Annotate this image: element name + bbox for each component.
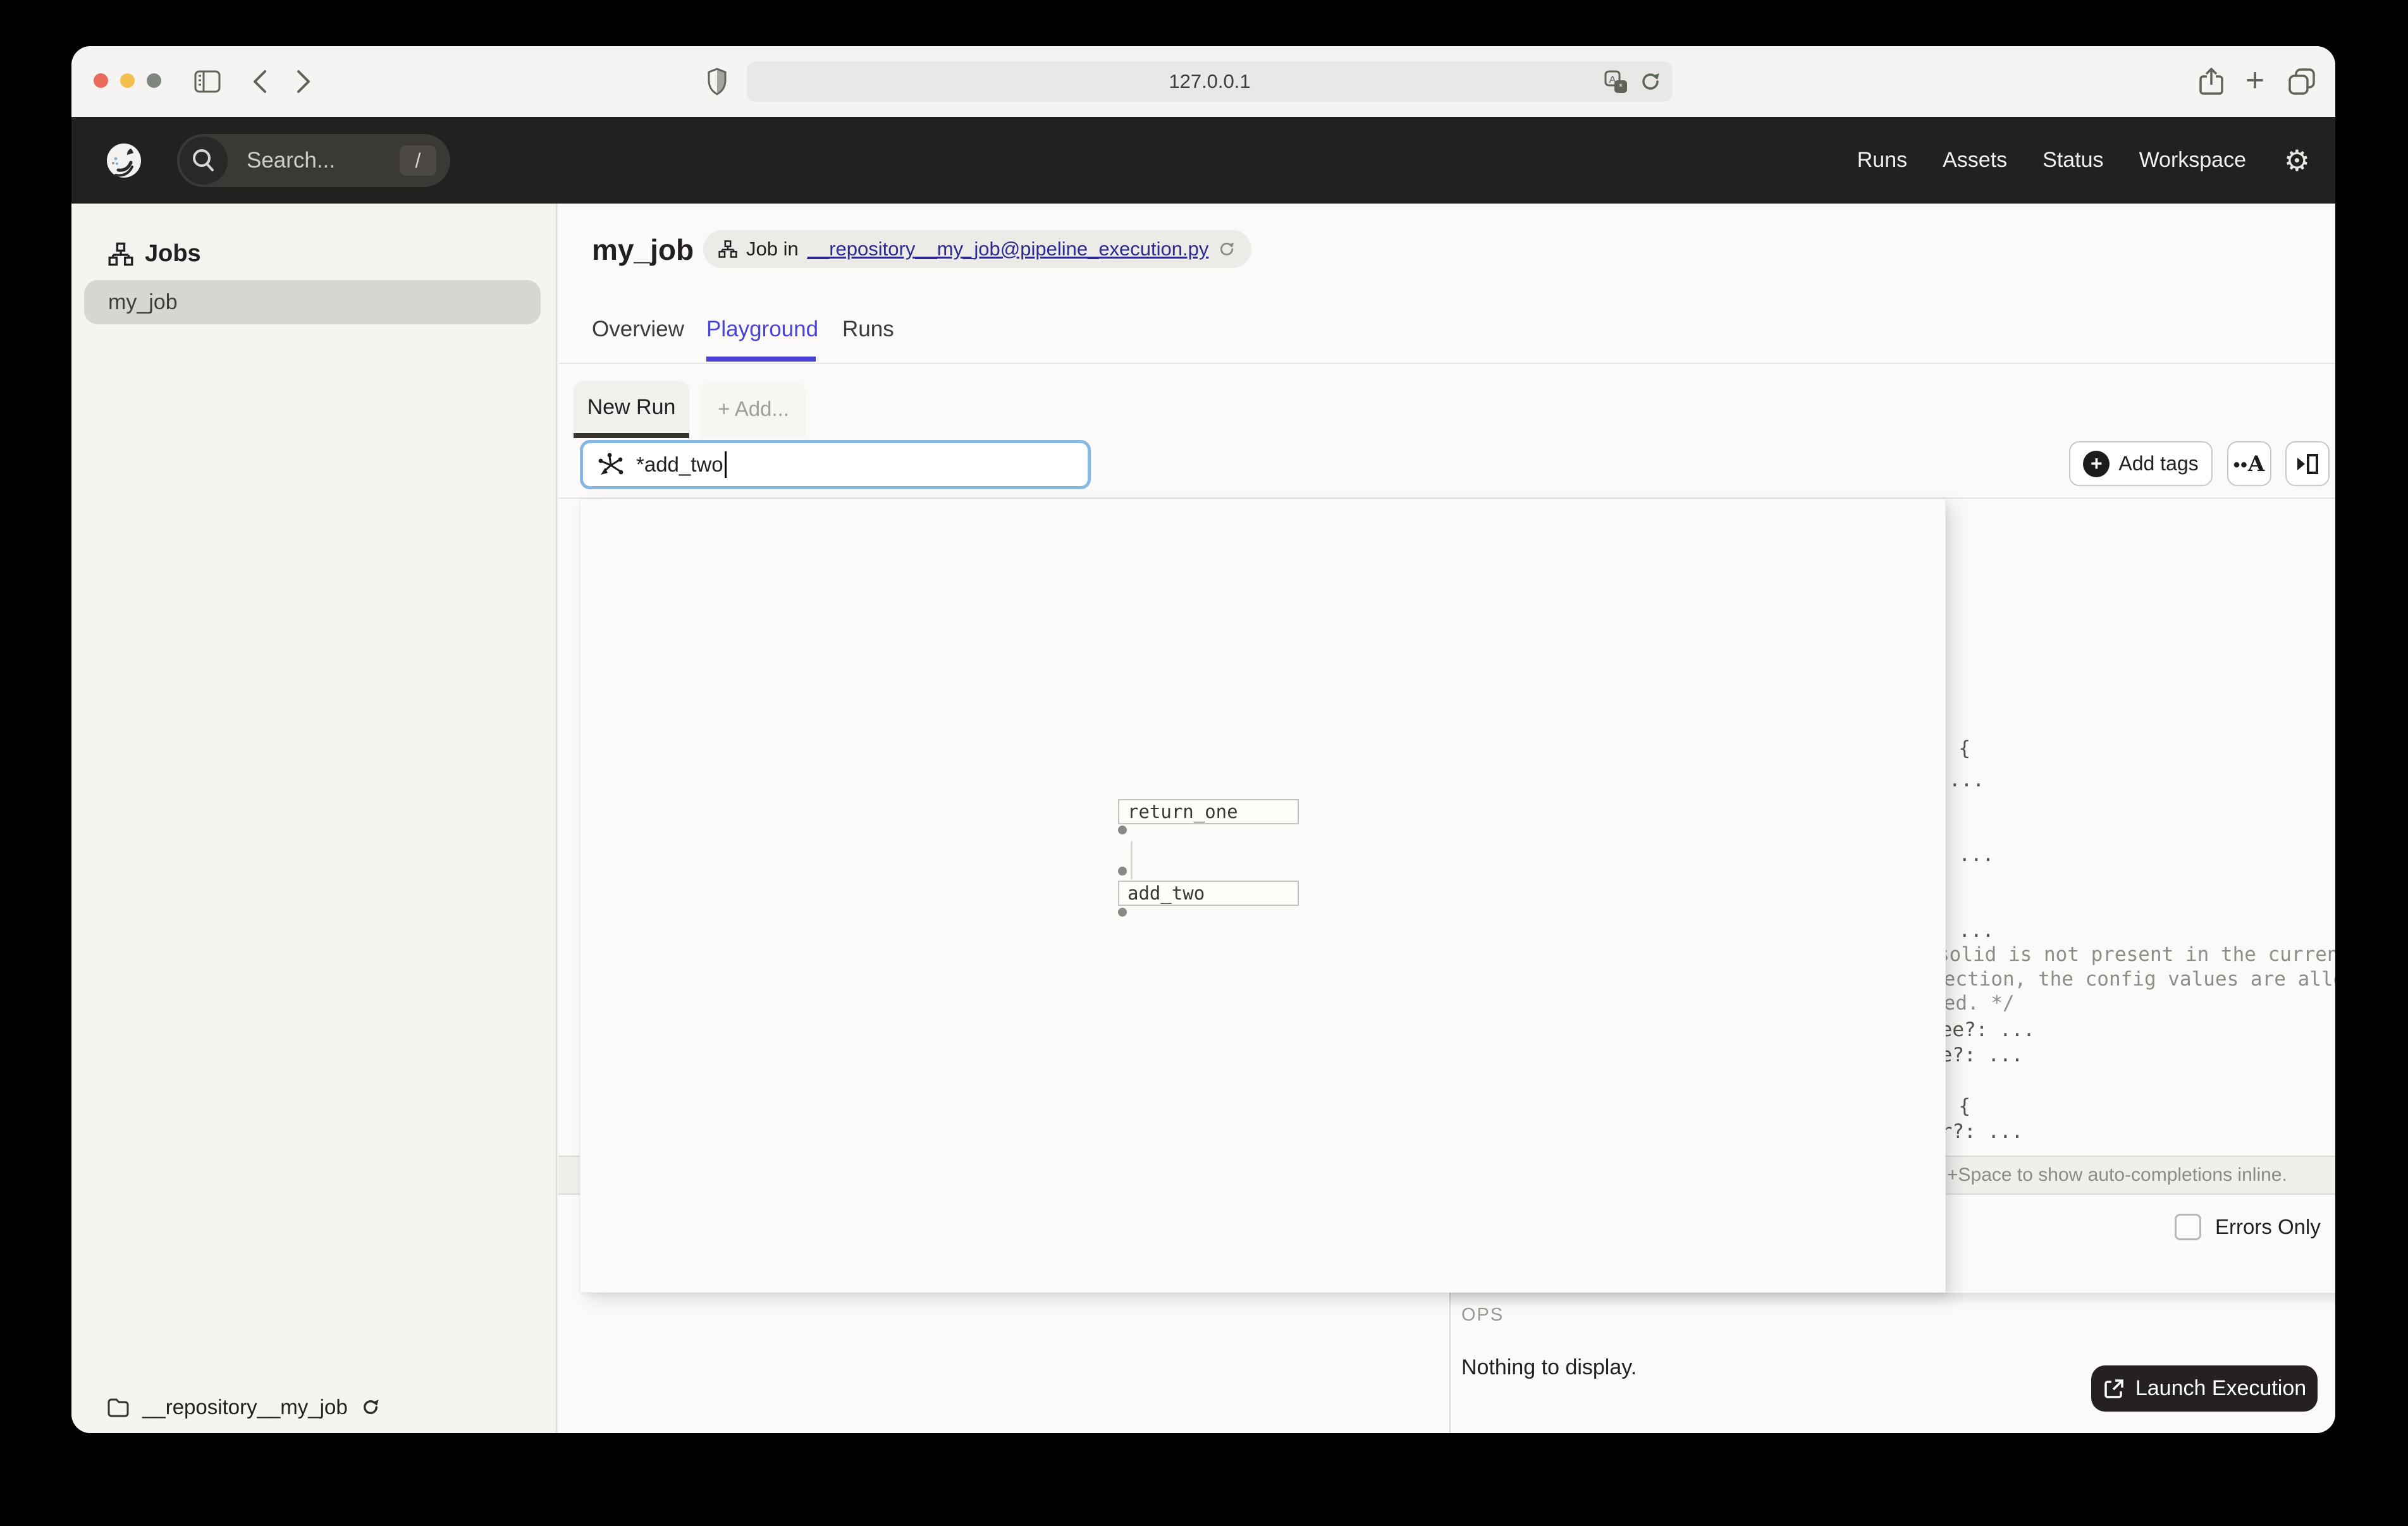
sidebar-toggle-icon[interactable] (194, 70, 221, 93)
tab-runs[interactable]: Runs (842, 315, 894, 344)
job-location-badge: Job in __repository__my_job@pipeline_exe… (703, 230, 1251, 268)
browser-chrome: 127.0.0.1 A * (71, 46, 2335, 117)
ops-section-title: OPS (1461, 1305, 1504, 1326)
repo-name: __repository__my_job (142, 1395, 348, 1419)
new-tab-icon[interactable]: + (2240, 60, 2270, 103)
text-cursor (725, 451, 727, 478)
translate-icon[interactable]: A * (1604, 70, 1628, 94)
app-header: Search... / Runs Assets Status Workspace… (71, 117, 2335, 204)
dag-output-dot (1118, 826, 1127, 834)
play-panel-icon (2294, 451, 2321, 477)
sidebar-header: Jobs (108, 240, 201, 267)
badge-repo-link[interactable]: __repository__my_job@pipeline_execution.… (808, 238, 1209, 260)
page-title: my_job (592, 233, 694, 267)
reload-icon[interactable] (1638, 70, 1662, 94)
ops-panel-shadow (1449, 1293, 2335, 1307)
errors-only-label: Errors Only (2215, 1214, 2321, 1240)
sidebar-item-label: my_job (108, 280, 541, 324)
dagster-logo[interactable] (106, 142, 142, 179)
run-tab-add-label: + Add... (701, 381, 806, 437)
external-link-icon (2103, 1377, 2125, 1400)
back-icon[interactable] (251, 69, 269, 94)
gear-icon[interactable]: ⚙ (2284, 117, 2310, 204)
search-placeholder: Search... (247, 134, 335, 187)
dag-node-label: return_one (1127, 800, 1298, 823)
tab-playground[interactable]: Playground (706, 315, 818, 344)
add-tags-button[interactable]: + Add tags (2069, 441, 2213, 486)
zoom-button[interactable] (147, 73, 161, 88)
folder-icon (107, 1397, 130, 1417)
browser-window: 127.0.0.1 A * (71, 46, 2335, 1433)
launch-execution-label: Launch Execution (2135, 1376, 2306, 1401)
main-panel: my_job Job in __repository__my_job@pipel… (558, 204, 2335, 1433)
plus-circle-icon: + (2083, 451, 2110, 477)
dag-edge (1131, 841, 1133, 879)
sidebar-item-my-job[interactable]: my_job (84, 280, 541, 324)
share-icon[interactable] (2198, 67, 2225, 96)
badge-prefix: Job in (746, 238, 799, 260)
ops-empty-text: Nothing to display. (1461, 1355, 1637, 1380)
dag-input-dot (1118, 867, 1127, 876)
top-nav: Runs Assets Status Workspace (1857, 117, 2246, 204)
active-tab-underline (706, 357, 816, 362)
address-bar[interactable]: 127.0.0.1 A * (747, 61, 1673, 102)
jobs-sidebar: Jobs my_job __repository__my_job (71, 204, 557, 1433)
dag-node-return-one[interactable]: return_one (1118, 799, 1299, 824)
dag-preview-canvas[interactable]: return_one add_two (580, 499, 1946, 1293)
editor-comment-line[interactable]: solid is not present in the current (1938, 941, 2335, 968)
run-tab-add[interactable]: + Add... (701, 381, 806, 438)
job-icon (718, 240, 737, 259)
op-selector-icon (597, 451, 625, 479)
repo-refresh-icon[interactable] (360, 1397, 381, 1417)
autocomplete-toggle-button[interactable]: ••A (2227, 441, 2271, 486)
tab-overview[interactable]: Overview (592, 315, 684, 344)
app-body: Jobs my_job __repository__my_job (71, 204, 2335, 1433)
close-button[interactable] (94, 73, 108, 88)
search-input[interactable]: Search... / (177, 134, 450, 187)
badge-refresh-icon[interactable] (1217, 240, 1236, 259)
run-tab-new-run[interactable]: New Run (574, 381, 689, 438)
run-tab-active-bar (574, 433, 689, 438)
repo-row[interactable]: __repository__my_job (71, 1381, 556, 1433)
nav-status[interactable]: Status (2042, 148, 2103, 173)
search-icon (180, 137, 228, 185)
nav-workspace[interactable]: Workspace (2139, 148, 2246, 173)
url-text: 127.0.0.1 (747, 61, 1673, 102)
dag-output-dot (1118, 908, 1127, 917)
tabs-divider (558, 363, 2335, 364)
run-tab-label: New Run (574, 381, 689, 433)
jobs-icon (108, 241, 133, 267)
search-shortcut-key: / (400, 145, 436, 176)
errors-only-checkbox[interactable] (2175, 1214, 2201, 1240)
shield-icon[interactable] (708, 68, 727, 95)
op-selector-value: *add_two (636, 453, 723, 477)
op-selector-input[interactable]: *add_two (580, 440, 1091, 489)
forward-icon[interactable] (295, 69, 312, 94)
dag-node-add-two[interactable]: add_two (1118, 881, 1299, 906)
add-tags-label: Add tags (2118, 452, 2198, 475)
dag-node-label: add_two (1127, 882, 1298, 905)
svg-text:*: * (1619, 82, 1623, 92)
nav-assets[interactable]: Assets (1943, 148, 2007, 173)
whitespace-font-icon: ••A (2233, 451, 2265, 477)
sidebar-title: Jobs (145, 240, 201, 267)
nav-runs[interactable]: Runs (1857, 148, 1907, 173)
autocomplete-hint-text: +Space to show auto-completions inline. (1947, 1157, 2287, 1193)
expand-panel-button[interactable] (2285, 441, 2330, 486)
minimize-button[interactable] (120, 73, 135, 88)
tab-overview-icon[interactable] (2287, 67, 2316, 96)
launch-execution-button[interactable]: Launch Execution (2091, 1365, 2318, 1412)
editor-line[interactable]: ... (1949, 766, 1984, 794)
